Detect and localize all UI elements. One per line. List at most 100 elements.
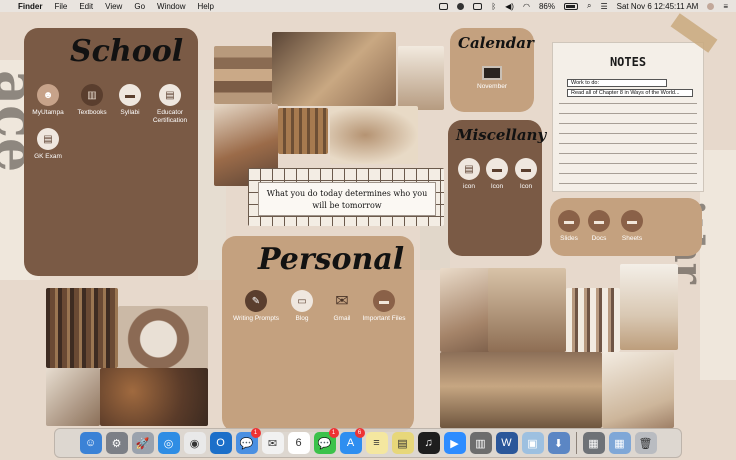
downloads-glyph: ⬇ bbox=[553, 437, 564, 450]
notes-line bbox=[559, 133, 697, 134]
menu-edit[interactable]: Edit bbox=[79, 2, 93, 11]
photo-hand-pencils bbox=[620, 264, 678, 350]
app-store-glyph: A bbox=[346, 437, 355, 449]
notes-widget[interactable]: NOTES Work to do: Read all of Chapter 8 … bbox=[552, 13, 718, 192]
dock-zoom-icon[interactable]: ▶ bbox=[443, 432, 466, 454]
menu-go[interactable]: Go bbox=[134, 2, 145, 11]
notification-center-icon[interactable]: ≡ bbox=[723, 2, 728, 11]
dock-word-icon[interactable]: W bbox=[495, 432, 518, 454]
dock-desktop-folder-icon[interactable]: ▦ bbox=[608, 432, 631, 454]
dock-mail-icon[interactable]: ✉ bbox=[261, 432, 284, 454]
dock-notes-icon[interactable]: ≡ bbox=[365, 432, 388, 454]
app-gk-exam[interactable]: ▤ GK Exam bbox=[18, 128, 78, 161]
system-preferences-glyph: ⚙ bbox=[111, 437, 122, 450]
spotify-glyph: ♫ bbox=[424, 437, 433, 449]
dock-safari-icon[interactable]: ◎ bbox=[157, 432, 180, 454]
menu-view[interactable]: View bbox=[105, 2, 122, 11]
dock-system-preferences-icon[interactable]: ⚙ bbox=[105, 432, 128, 454]
dock-spotify-icon[interactable]: ♫ bbox=[417, 432, 440, 454]
app-label: November bbox=[477, 83, 507, 90]
dock-trash-icon[interactable]: 🗑 bbox=[634, 432, 657, 454]
dock-finder-icon[interactable]: ☺ bbox=[79, 432, 102, 454]
notebook-icon: ▤ bbox=[159, 84, 181, 106]
app-icon-3[interactable]: ▬ Icon bbox=[496, 158, 556, 191]
app-sheets[interactable]: ▬ Sheets bbox=[602, 210, 662, 243]
notes-line bbox=[559, 123, 697, 124]
menu-window[interactable]: Window bbox=[157, 2, 185, 11]
dock-screenshot-icon[interactable]: ▦ bbox=[582, 432, 605, 454]
clock[interactable]: Sat Nov 6 12:45:11 AM bbox=[617, 2, 699, 11]
outlook-glyph: O bbox=[216, 437, 225, 449]
dock-messages-icon[interactable]: 💬 1 bbox=[313, 428, 339, 454]
notes-line bbox=[559, 183, 697, 184]
dock-calendar-icon[interactable]: 6 bbox=[287, 432, 310, 454]
dock-launchpad-icon[interactable]: 🚀 bbox=[131, 432, 154, 454]
notes-line bbox=[559, 113, 697, 114]
dock-chrome-icon[interactable]: ◉ bbox=[183, 432, 206, 454]
photo-pencils bbox=[278, 108, 328, 154]
app-label: MyUtampa bbox=[32, 109, 64, 116]
notes-title: NOTES bbox=[609, 55, 647, 69]
folder-icon: ▬ bbox=[515, 158, 537, 180]
menu-help[interactable]: Help bbox=[197, 2, 213, 11]
menu-file[interactable]: File bbox=[54, 2, 67, 11]
word-glyph: W bbox=[501, 437, 512, 449]
calendar-widget: Calendar November bbox=[450, 28, 534, 112]
dock-outlook-icon[interactable]: O bbox=[209, 432, 232, 454]
personal-title: Personal bbox=[258, 242, 405, 277]
dock-stickies-icon[interactable]: ▤ bbox=[391, 432, 414, 454]
photo-open-book bbox=[46, 368, 100, 426]
zoom-glyph: ▶ bbox=[450, 437, 459, 450]
notification-badge: 6 bbox=[354, 428, 365, 438]
photo-book-candle bbox=[602, 352, 674, 428]
app-label: GK Exam bbox=[34, 153, 62, 160]
miscellany-widget: Miscellany ▤ icon ▬ Icon ▬ Icon bbox=[448, 120, 546, 256]
volume-icon[interactable]: ◀) bbox=[505, 2, 514, 11]
desktop-folder-glyph: ▦ bbox=[614, 437, 625, 450]
stickies-glyph: ▤ bbox=[397, 437, 408, 450]
notes-row: Work to do: bbox=[567, 79, 667, 87]
screen-mirroring-icon[interactable] bbox=[473, 2, 483, 10]
mail-icon: ✉ bbox=[335, 293, 349, 310]
dock-app-store-icon[interactable]: A6 bbox=[339, 428, 365, 454]
dock-messages-alt-icon[interactable]: 💬 1 bbox=[235, 428, 261, 454]
dock-downloads-icon[interactable]: ⬇ bbox=[547, 432, 570, 454]
chrome-glyph: ◉ bbox=[189, 437, 200, 450]
app-important-files[interactable]: ▬ Important Files bbox=[354, 290, 414, 323]
battery-icon[interactable] bbox=[563, 2, 578, 10]
menu-finder[interactable]: Finder bbox=[18, 2, 42, 11]
control-center-icon[interactable]: ☰ bbox=[600, 2, 607, 11]
status-app-icon[interactable] bbox=[439, 2, 449, 10]
tape-decoration bbox=[670, 13, 718, 53]
notes-glyph: ≡ bbox=[373, 437, 380, 449]
docs-widget: ▬ Slides ▬ Docs ▬ Sheets bbox=[550, 198, 702, 256]
app-educator-certification[interactable]: ▤ Educator Certification bbox=[140, 84, 200, 125]
notes-line bbox=[559, 163, 697, 164]
user-avatar-icon[interactable] bbox=[707, 2, 715, 10]
computer-icon: ▭ bbox=[291, 290, 313, 312]
app-label: Blog bbox=[295, 315, 309, 322]
finder-glyph: ☺ bbox=[84, 437, 97, 449]
notes-line bbox=[559, 143, 697, 144]
screenshot-glyph: ▦ bbox=[588, 437, 599, 450]
calendar-title: Calendar bbox=[458, 34, 534, 52]
photo-desk-lamp bbox=[398, 46, 444, 110]
folder-icon: ▬ bbox=[119, 84, 141, 106]
status-circle-icon[interactable] bbox=[457, 2, 465, 10]
bluetooth-icon[interactable]: ᛒ bbox=[491, 2, 496, 11]
photo-students-table bbox=[488, 268, 566, 352]
preview-glyph: ▣ bbox=[527, 437, 538, 450]
notification-badge: 1 bbox=[328, 428, 339, 438]
dock: ☺ ⚙ 🚀 ◎ ◉ O 💬 1 ✉ 6 💬 1 A 6 ≡ ▤ ♫ ▶ ▥ W ▣ ⬇ ▦ ▦ 🗑 bbox=[54, 428, 682, 458]
dock-books-icon[interactable]: ▥ bbox=[469, 432, 492, 454]
spotlight-icon[interactable]: ⌕ bbox=[587, 1, 591, 11]
app-november[interactable]: November bbox=[462, 66, 522, 91]
safari-glyph: ◎ bbox=[163, 437, 174, 450]
dock-preview-icon[interactable]: ▣ bbox=[521, 432, 544, 454]
pencil-icon: ✎ bbox=[245, 290, 267, 312]
wifi-icon[interactable]: ◠ bbox=[523, 2, 530, 11]
school-title: School bbox=[70, 34, 184, 69]
personal-widget: Personal ✎ Writing Prompts ▭ Blog ✉ Gmai… bbox=[222, 236, 414, 432]
photo-stacked-books bbox=[566, 288, 620, 352]
photo-world-map bbox=[330, 106, 418, 164]
